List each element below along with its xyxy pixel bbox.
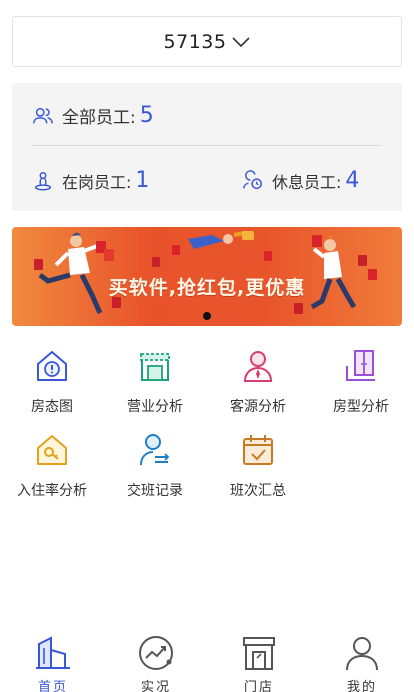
menu-label: 营业分析 — [127, 399, 183, 415]
menu-item-handover-records[interactable]: 交班记录 — [103, 430, 207, 500]
tab-label: 我的 — [346, 680, 377, 692]
door-wardrobe-icon — [346, 350, 375, 381]
calendar-check-icon — [243, 435, 273, 465]
staff-divider — [32, 145, 382, 146]
resting-staff-count: 4 — [345, 168, 360, 193]
handover-person-icon — [140, 434, 170, 466]
carousel-indicator[interactable] — [203, 312, 211, 320]
promo-banner[interactable]: 买软件,抢红包,更优惠 — [12, 227, 402, 326]
menu-item-business-analysis[interactable]: 营业分析 — [103, 346, 207, 416]
bottom-tab-bar: 首页 实况 门店 我的 — [0, 630, 414, 692]
menu-label: 班次汇总 — [230, 483, 286, 499]
menu-item-guest-analysis[interactable]: 客源分析 — [206, 346, 310, 416]
tab-label: 门店 — [243, 680, 274, 692]
menu-label: 房态图 — [31, 399, 73, 415]
tab-mine[interactable]: 我的 — [312, 634, 412, 692]
trend-chart-icon — [139, 636, 173, 670]
chevron-down-icon — [232, 36, 251, 47]
resting-staff-label: 休息员工: — [272, 172, 342, 192]
menu-item-room-status[interactable]: 房态图 — [0, 346, 104, 416]
guest-person-icon — [243, 351, 273, 382]
total-staff-row[interactable]: 全部员工: 5 — [32, 103, 154, 128]
house-key-icon — [37, 435, 67, 465]
menu-item-occupancy-analysis[interactable]: 入住率分析 — [0, 430, 104, 500]
store-selector-value: 57135 — [163, 30, 227, 53]
user-icon — [346, 637, 378, 671]
banner-text: 买软件,抢红包,更优惠 — [108, 277, 306, 299]
tab-store[interactable]: 门店 — [209, 634, 309, 692]
on-duty-staff-label: 在岗员工: — [62, 172, 132, 192]
menu-label: 客源分析 — [230, 399, 286, 415]
menu-item-room-type-analysis[interactable]: 房型分析 — [309, 346, 413, 416]
tab-label: 实况 — [140, 680, 171, 692]
tab-label: 首页 — [37, 680, 68, 692]
store-icon — [243, 637, 275, 670]
group-icon — [32, 105, 54, 127]
on-duty-staff-row[interactable]: 在岗员工: 1 — [32, 168, 149, 193]
menu-label: 房型分析 — [333, 399, 389, 415]
resting-person-clock-icon — [242, 169, 264, 192]
house-alert-icon — [37, 351, 67, 381]
staff-summary-card: 全部员工: 5 在岗员工: 1 休息员工: 4 — [12, 83, 402, 211]
on-duty-staff-count: 1 — [135, 168, 150, 193]
total-staff-label: 全部员工: — [62, 108, 136, 128]
buildings-icon — [36, 636, 70, 669]
tab-home[interactable]: 首页 — [3, 634, 103, 692]
store-selector[interactable]: 57135 — [12, 16, 402, 67]
menu-label: 入住率分析 — [17, 483, 87, 499]
total-staff-count: 5 — [139, 103, 154, 128]
menu-item-shift-summary[interactable]: 班次汇总 — [206, 430, 310, 500]
storefront-icon — [140, 353, 170, 381]
resting-staff-row[interactable]: 休息员工: 4 — [242, 168, 359, 193]
menu-label: 交班记录 — [127, 483, 183, 499]
tab-live[interactable]: 实况 — [106, 634, 206, 692]
on-duty-person-icon — [32, 170, 54, 192]
